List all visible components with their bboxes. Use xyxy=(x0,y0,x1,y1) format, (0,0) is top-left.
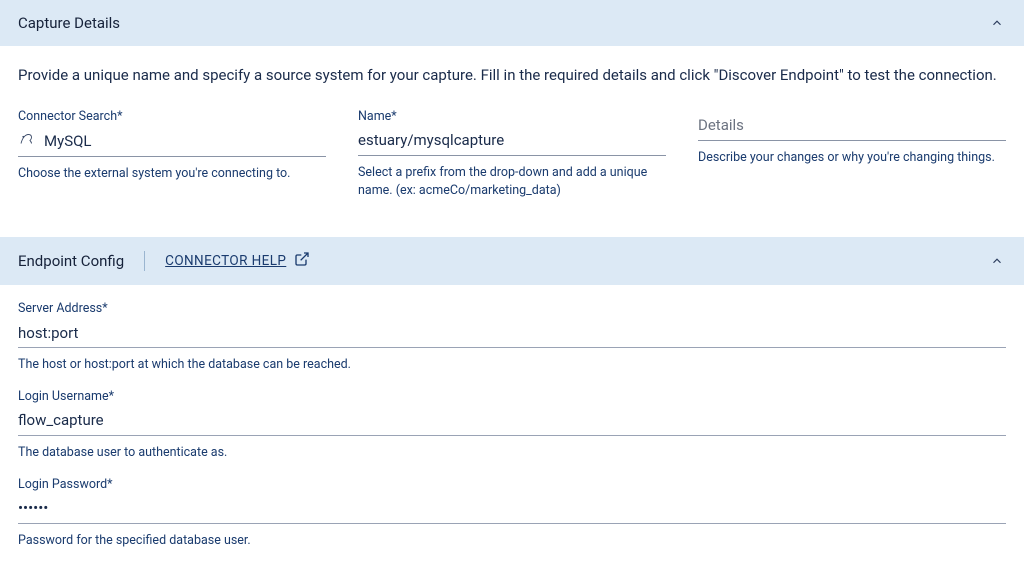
capture-details-body: Provide a unique name and specify a sour… xyxy=(0,46,1024,225)
name-input-wrap[interactable] xyxy=(358,130,666,156)
header-divider xyxy=(144,251,145,271)
login-username-input-wrap[interactable] xyxy=(18,410,1006,436)
login-password-help: Password for the specified database user… xyxy=(18,532,1006,551)
capture-fields-row: Connector Search* Choose the external sy… xyxy=(18,109,1006,202)
name-help: Select a prefix from the drop-down and a… xyxy=(358,164,666,202)
mysql-icon xyxy=(18,130,36,152)
login-username-label: Login Username* xyxy=(18,389,1006,404)
login-username-input[interactable] xyxy=(18,411,1006,429)
login-username-help: The database user to authenticate as. xyxy=(18,444,1006,463)
server-address-input[interactable] xyxy=(18,324,1006,342)
connector-help-label: CONNECTOR HELP xyxy=(165,253,286,269)
external-link-icon xyxy=(294,251,310,271)
login-password-input[interactable] xyxy=(18,499,1006,517)
login-username-field: Login Username* The database user to aut… xyxy=(18,389,1006,463)
capture-details-header[interactable]: Capture Details xyxy=(0,0,1024,46)
connector-help-link[interactable]: CONNECTOR HELP xyxy=(165,251,310,271)
endpoint-config-title: Endpoint Config xyxy=(18,252,124,270)
name-label: Name* xyxy=(358,109,666,124)
connector-search-help: Choose the external system you're connec… xyxy=(18,165,326,184)
login-password-field: Login Password* Password for the specifi… xyxy=(18,477,1006,551)
capture-details-title: Capture Details xyxy=(18,14,120,32)
server-address-field: Server Address* The host or host:port at… xyxy=(18,301,1006,375)
endpoint-header-left: Endpoint Config CONNECTOR HELP xyxy=(18,251,310,271)
details-field: Describe your changes or why you're chan… xyxy=(698,109,1006,202)
server-address-label: Server Address* xyxy=(18,301,1006,316)
name-input[interactable] xyxy=(358,131,666,149)
chevron-up-icon[interactable] xyxy=(988,252,1006,270)
connector-search-label: Connector Search* xyxy=(18,109,326,124)
login-password-input-wrap[interactable] xyxy=(18,498,1006,524)
connector-search-field: Connector Search* Choose the external sy… xyxy=(18,109,326,202)
capture-details-intro: Provide a unique name and specify a sour… xyxy=(18,64,1006,87)
chevron-up-icon[interactable] xyxy=(988,14,1006,32)
connector-search-input-wrap[interactable] xyxy=(18,130,326,157)
connector-search-input[interactable] xyxy=(44,132,326,150)
login-password-label: Login Password* xyxy=(18,477,1006,492)
server-address-input-wrap[interactable] xyxy=(18,322,1006,348)
endpoint-config-body: Server Address* The host or host:port at… xyxy=(0,285,1024,568)
details-input[interactable] xyxy=(698,116,1006,134)
details-help: Describe your changes or why you're chan… xyxy=(698,149,1006,168)
details-input-wrap[interactable] xyxy=(698,115,1006,141)
server-address-help: The host or host:port at which the datab… xyxy=(18,356,1006,375)
name-field: Name* Select a prefix from the drop-down… xyxy=(358,109,666,202)
endpoint-config-header[interactable]: Endpoint Config CONNECTOR HELP xyxy=(0,237,1024,285)
